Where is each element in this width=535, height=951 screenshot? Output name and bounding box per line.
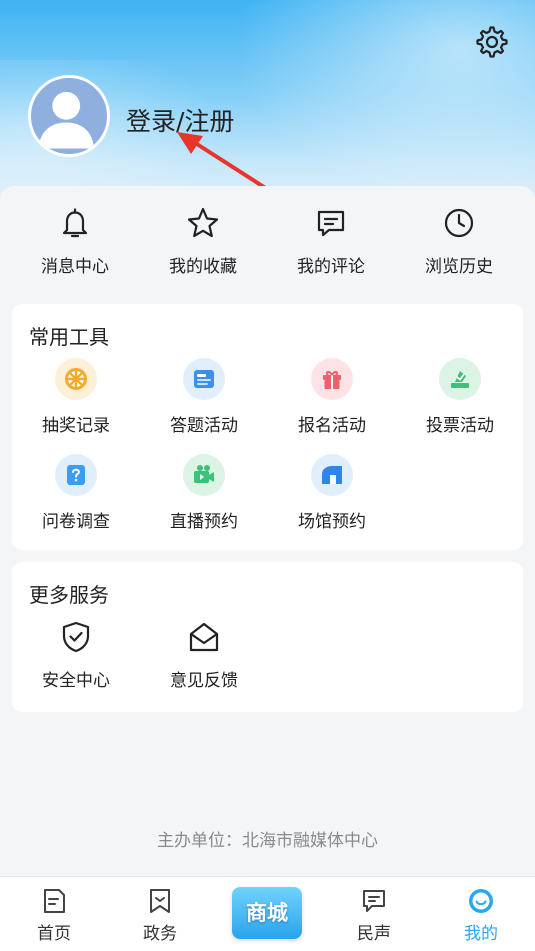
- tool-label: 投票活动: [426, 416, 494, 436]
- shield-check-icon: [62, 621, 90, 653]
- video-camera-icon: [183, 454, 225, 496]
- service-security-center[interactable]: 安全中心: [12, 620, 140, 691]
- service-label: 意见反馈: [170, 671, 238, 691]
- tool-label: 直播预约: [170, 512, 238, 532]
- tab-label: 民声: [357, 924, 391, 944]
- lottery-wheel-icon: [55, 358, 97, 400]
- quick-item-label: 消息中心: [41, 257, 109, 277]
- tool-vote-activity[interactable]: 投票活动: [396, 358, 524, 436]
- gift-icon: [311, 358, 353, 400]
- quiz-card-icon: [183, 358, 225, 400]
- clock-icon: [444, 208, 474, 238]
- tool-label: 答题活动: [170, 416, 238, 436]
- tool-venue-reservation[interactable]: 场馆预约: [268, 454, 396, 532]
- quick-item-favorites[interactable]: 我的收藏: [148, 206, 258, 277]
- tool-quiz-activity[interactable]: 答题活动: [140, 358, 268, 436]
- tool-label: 报名活动: [298, 416, 366, 436]
- tool-live-reservation[interactable]: 直播预约: [140, 454, 268, 532]
- quick-item-history[interactable]: 浏览历史: [404, 206, 514, 277]
- venue-icon: [311, 454, 353, 496]
- services-card: 更多服务 安全中心 意见反馈: [12, 562, 523, 712]
- tool-label: 抽奖记录: [42, 416, 110, 436]
- tab-mine[interactable]: 我的: [441, 887, 521, 944]
- sponsor-text: 主办单位：北海市融媒体中心: [157, 831, 378, 851]
- tools-title: 常用工具: [29, 325, 109, 349]
- default-avatar-icon: [38, 91, 95, 149]
- tool-lottery-records[interactable]: 抽奖记录: [12, 358, 140, 436]
- tool-label: 问卷调查: [42, 512, 110, 532]
- avatar[interactable]: [28, 75, 110, 157]
- tab-label: 我的: [464, 924, 498, 944]
- tab-home[interactable]: 首页: [14, 887, 94, 944]
- bell-icon: [62, 208, 88, 238]
- home-doc-icon: [44, 889, 65, 913]
- mall-label: 商城: [246, 901, 288, 925]
- question-icon: [55, 454, 97, 496]
- star-icon: [187, 207, 219, 238]
- vote-box-icon: [439, 358, 481, 400]
- gear-icon[interactable]: [474, 24, 510, 60]
- chat-bubble-icon: [363, 890, 385, 912]
- mall-button[interactable]: 商城: [232, 887, 302, 939]
- tab-label: 政务: [143, 924, 177, 944]
- quick-item-label: 我的评论: [297, 257, 365, 277]
- service-feedback[interactable]: 意见反馈: [140, 620, 268, 691]
- comment-icon: [317, 210, 345, 237]
- services-title: 更多服务: [29, 583, 109, 607]
- tool-survey[interactable]: 问卷调查: [12, 454, 140, 532]
- bookmark-icon: [150, 889, 170, 913]
- envelope-open-icon: [189, 622, 219, 652]
- quick-item-messages[interactable]: 消息中心: [20, 206, 130, 277]
- tools-card: 常用工具 抽奖记录 答题活动 报名活动 投票活动 问卷调查 直播预约 场馆预约: [12, 304, 523, 550]
- tool-label: 场馆预约: [298, 512, 366, 532]
- smile-face-icon: [469, 889, 493, 913]
- quick-item-comments[interactable]: 我的评论: [276, 206, 386, 277]
- quick-item-label: 浏览历史: [425, 257, 493, 277]
- bottom-tab-bar: 首页 政务 商城 民声 我的: [0, 876, 535, 951]
- tab-voice[interactable]: 民声: [334, 887, 414, 944]
- tool-registration-activity[interactable]: 报名活动: [268, 358, 396, 436]
- tab-politics[interactable]: 政务: [120, 887, 200, 944]
- service-label: 安全中心: [42, 671, 110, 691]
- quick-links-panel: 消息中心 我的收藏 我的评论 浏览历史: [0, 186, 535, 306]
- tab-label: 首页: [37, 924, 71, 944]
- annotation-arrow: [177, 132, 269, 191]
- quick-item-label: 我的收藏: [169, 257, 237, 277]
